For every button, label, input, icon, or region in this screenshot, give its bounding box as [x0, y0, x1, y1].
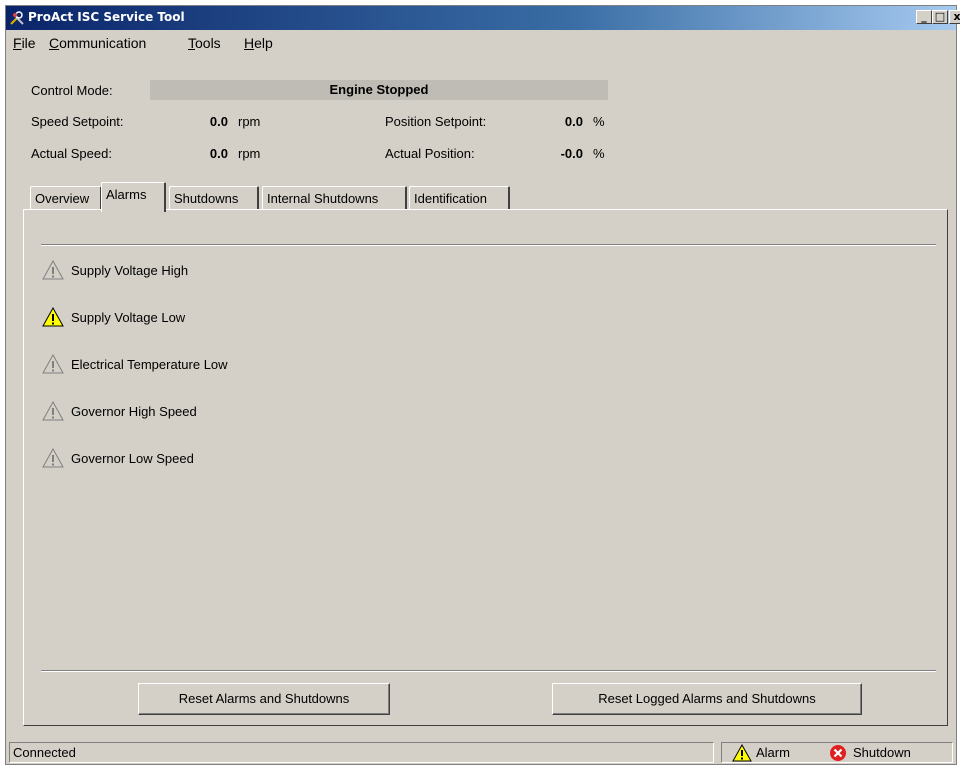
- alarm-label: Supply Voltage Low: [71, 310, 186, 325]
- tab-alarms[interactable]: Alarms: [101, 182, 166, 212]
- menu-bar: File Communication Tools Help: [6, 31, 956, 53]
- control-mode-label: Control Mode:: [31, 83, 113, 98]
- maximize-button[interactable]: □: [932, 10, 948, 24]
- close-button[interactable]: x: [949, 10, 960, 24]
- menu-communication[interactable]: Communication: [49, 35, 146, 51]
- tab-internal-shutdowns[interactable]: Internal Shutdowns: [262, 186, 407, 210]
- actual-position-label: Actual Position:: [385, 146, 475, 161]
- connection-status: Connected: [9, 742, 714, 763]
- warning-icon: [42, 307, 64, 327]
- title-bar[interactable]: ProAct ISC Service Tool _ □ x: [6, 6, 960, 30]
- actual-speed-unit: rpm: [238, 146, 261, 161]
- tools-icon: [10, 11, 24, 25]
- warning-icon: [42, 354, 64, 374]
- alarms-panel: [23, 209, 948, 726]
- minimize-button[interactable]: _: [916, 10, 932, 24]
- top-separator: [41, 244, 936, 246]
- menu-file[interactable]: File: [13, 35, 36, 51]
- indicator-area: Alarm Shutdown: [721, 742, 953, 763]
- position-setpoint-unit: %: [593, 114, 605, 129]
- shutdown-error-icon: [830, 745, 846, 761]
- menu-help[interactable]: Help: [244, 35, 273, 51]
- warning-icon: [42, 448, 64, 468]
- warning-icon: [42, 401, 64, 421]
- warning-icon: [42, 260, 64, 280]
- reset-alarms-button[interactable]: Reset Alarms and Shutdowns: [138, 683, 390, 715]
- tab-overview[interactable]: Overview: [30, 186, 102, 210]
- alarm-label: Electrical Temperature Low: [71, 357, 228, 372]
- tab-shutdowns[interactable]: Shutdowns: [169, 186, 259, 210]
- speed-setpoint-unit: rpm: [238, 114, 261, 129]
- alarm-warning-icon: [732, 744, 752, 762]
- menu-tools[interactable]: Tools: [188, 35, 221, 51]
- alarm-label: Governor High Speed: [71, 404, 197, 419]
- alarm-label: Supply Voltage High: [71, 263, 189, 278]
- bottom-separator: [41, 670, 936, 672]
- actual-position-value: -0.0: [560, 146, 583, 161]
- speed-setpoint-label: Speed Setpoint:: [31, 114, 124, 129]
- tab-identification[interactable]: Identification: [409, 186, 510, 210]
- actual-speed-value: 0.0: [209, 146, 228, 161]
- actual-speed-label: Actual Speed:: [31, 146, 112, 161]
- position-setpoint-label: Position Setpoint:: [385, 114, 487, 129]
- app-window: ProAct ISC Service Tool _ □ x File Commu…: [5, 5, 960, 765]
- window-title: ProAct ISC Service Tool: [28, 10, 185, 24]
- actual-position-unit: %: [593, 146, 605, 161]
- alarm-label: Governor Low Speed: [71, 451, 194, 466]
- reset-logged-alarms-button[interactable]: Reset Logged Alarms and Shutdowns: [552, 683, 862, 715]
- shutdown-indicator-label: Shutdown: [853, 745, 911, 760]
- speed-setpoint-value: 0.0: [209, 114, 228, 129]
- control-mode-value: Engine Stopped: [150, 80, 608, 100]
- status-bar: Connected Alarm Shutdown: [6, 740, 956, 764]
- position-setpoint-value: 0.0: [564, 114, 583, 129]
- alarm-indicator-label: Alarm: [756, 745, 790, 760]
